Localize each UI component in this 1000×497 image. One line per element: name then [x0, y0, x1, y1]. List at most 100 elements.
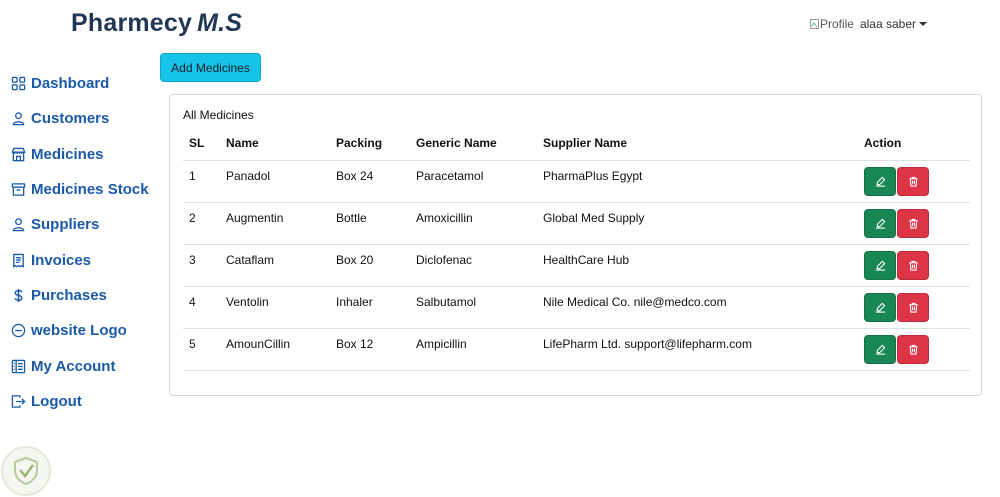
table-row: 5 AmounCillin Box 12 Ampicillin LifePhar…: [183, 328, 970, 371]
brand-name: Pharmecy: [71, 9, 193, 37]
sidebar-item-label: Dashboard: [31, 75, 110, 93]
profile-avatar-alt: Profile: [819, 17, 854, 31]
cell-supplier: PharmaPlus Egypt: [537, 160, 858, 203]
edit-button[interactable]: [864, 292, 896, 322]
table-row: 4 Ventolin Inhaler Salbutamol Nile Medic…: [183, 286, 970, 329]
column-header-name: Name: [220, 127, 330, 161]
edit-icon: [875, 344, 885, 355]
store-icon: [10, 146, 26, 162]
receipt-icon: [10, 252, 26, 268]
sidebar-item-my-account[interactable]: My Account: [10, 348, 160, 383]
shield-check-icon: [14, 456, 38, 486]
cell-supplier: LifePharm Ltd. support@lifepharm.com: [537, 328, 858, 371]
edit-button[interactable]: [864, 250, 896, 280]
cell-generic: Diclofenac: [410, 244, 537, 287]
delete-button[interactable]: [897, 208, 929, 238]
cell-packing: Box 12: [330, 328, 410, 371]
column-header-action: Action: [858, 127, 970, 161]
edit-button[interactable]: [864, 166, 896, 196]
delete-button[interactable]: [897, 292, 929, 322]
sidebar-item-label: My Account: [31, 357, 116, 375]
sidebar-item-suppliers[interactable]: Suppliers: [10, 207, 160, 242]
sidebar-item-logout[interactable]: Logout: [10, 384, 160, 419]
cell-generic: Ampicillin: [410, 328, 537, 371]
cell-actions: [858, 202, 970, 245]
caret-down-icon: [919, 22, 927, 26]
edit-button[interactable]: [864, 334, 896, 364]
cell-actions: [858, 244, 970, 287]
cell-name: Augmentin: [220, 202, 330, 245]
table-row: 3 Cataflam Box 20 Diclofenac HealthCare …: [183, 244, 970, 287]
sidebar-item-label: website Logo: [31, 322, 127, 340]
person-icon: [10, 111, 26, 127]
column-header-sl: SL: [183, 127, 220, 161]
person-icon: [10, 217, 26, 233]
column-header-generic: Generic Name: [410, 127, 537, 161]
cell-packing: Bottle: [330, 202, 410, 245]
edit-icon: [875, 302, 885, 313]
logout-icon: [10, 393, 26, 409]
dollar-icon: [10, 287, 26, 303]
sidebar-item-label: Invoices: [31, 251, 92, 269]
cell-name: Panadol: [220, 160, 330, 203]
cell-name: Ventolin: [220, 286, 330, 329]
cell-sl: 2: [183, 202, 220, 245]
brand-title: Pharmecy M.S: [71, 9, 242, 38]
card-title: All Medicines: [183, 108, 254, 122]
cell-supplier: Nile Medical Co. nile@medco.com: [537, 286, 858, 329]
cell-packing: Inhaler: [330, 286, 410, 329]
layout-icon: [10, 358, 26, 374]
sidebar-item-medicines[interactable]: Medicines: [10, 137, 160, 172]
profile-dropdown[interactable]: Profile alaa saber: [809, 17, 927, 31]
trash-icon: [908, 302, 918, 313]
sidebar: Dashboard Customers Medicines Medicines …: [10, 66, 160, 419]
sidebar-item-medicines-stock[interactable]: Medicines Stock: [10, 172, 160, 207]
corner-logo: [1, 446, 51, 496]
cell-supplier: Global Med Supply: [537, 202, 858, 245]
sidebar-item-label: Medicines Stock: [31, 181, 149, 199]
trash-icon: [908, 176, 918, 187]
archive-icon: [10, 182, 26, 198]
broken-image-icon: [809, 19, 819, 29]
sidebar-item-invoices[interactable]: Invoices: [10, 242, 160, 277]
trash-icon: [908, 218, 918, 229]
edit-icon: [875, 218, 885, 229]
sidebar-item-label: Medicines: [31, 145, 104, 163]
edit-icon: [875, 260, 885, 271]
delete-button[interactable]: [897, 250, 929, 280]
delete-button[interactable]: [897, 166, 929, 196]
table-row: 2 Augmentin Bottle Amoxicillin Global Me…: [183, 202, 970, 245]
cell-sl: 1: [183, 160, 220, 203]
dash-circle-icon: [10, 323, 26, 339]
cell-sl: 4: [183, 286, 220, 329]
add-medicines-button[interactable]: Add Medicines: [160, 53, 261, 82]
sidebar-item-purchases[interactable]: Purchases: [10, 278, 160, 313]
sidebar-item-customers[interactable]: Customers: [10, 101, 160, 136]
edit-icon: [875, 176, 885, 187]
medicines-card: All Medicines SL Name Packing Generic Na…: [169, 94, 982, 396]
sidebar-item-label: Logout: [31, 392, 82, 410]
grid-icon: [10, 76, 26, 92]
sidebar-item-dashboard[interactable]: Dashboard: [10, 66, 160, 101]
sidebar-item-label: Suppliers: [31, 216, 100, 234]
trash-icon: [908, 260, 918, 271]
profile-avatar: Profile: [809, 17, 854, 31]
cell-sl: 3: [183, 244, 220, 287]
edit-button[interactable]: [864, 208, 896, 238]
cell-actions: [858, 328, 970, 371]
cell-generic: Salbutamol: [410, 286, 537, 329]
delete-button[interactable]: [897, 334, 929, 364]
table-header-row: SL Name Packing Generic Name Supplier Na…: [183, 127, 970, 161]
sidebar-item-website-logo[interactable]: website Logo: [10, 313, 160, 348]
brand-suffix: M.S: [197, 9, 243, 37]
cell-packing: Box 24: [330, 160, 410, 203]
column-header-packing: Packing: [330, 127, 410, 161]
cell-generic: Paracetamol: [410, 160, 537, 203]
cell-generic: Amoxicillin: [410, 202, 537, 245]
sidebar-item-label: Purchases: [31, 286, 107, 304]
cell-packing: Box 20: [330, 244, 410, 287]
sidebar-item-label: Customers: [31, 110, 110, 128]
trash-icon: [908, 344, 918, 355]
cell-actions: [858, 286, 970, 329]
medicines-table: SL Name Packing Generic Name Supplier Na…: [183, 127, 970, 371]
